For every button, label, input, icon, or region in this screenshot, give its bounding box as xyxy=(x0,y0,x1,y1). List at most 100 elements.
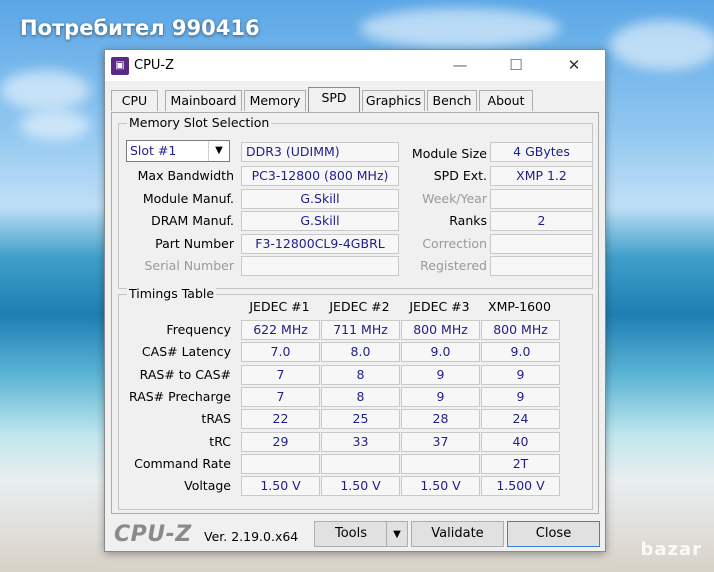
registered-label: Registered xyxy=(420,258,487,273)
cloud xyxy=(20,110,90,140)
ranks-label: Ranks xyxy=(449,213,487,228)
title-bar[interactable]: ▣ CPU-Z — ☐ ✕ xyxy=(105,50,605,81)
timings-column-header: JEDEC #3 xyxy=(409,299,470,314)
serial-number-label: Serial Number xyxy=(144,258,234,273)
tab-bench[interactable]: Bench xyxy=(427,90,477,111)
timings-cell: 1.500 V xyxy=(481,476,560,497)
tab-about[interactable]: About xyxy=(479,90,533,111)
tools-dropdown-button[interactable]: ▼ xyxy=(386,521,408,547)
module-size-label: Module Size xyxy=(411,146,487,161)
timings-cell: 1.50 V xyxy=(401,476,480,497)
timings-row-label: Command Rate xyxy=(134,455,231,471)
ranks-field: 2 xyxy=(490,211,593,231)
timings-cell: 1.50 V xyxy=(321,476,400,497)
timings-cell: 25 xyxy=(321,409,400,430)
timings-cell: 8 xyxy=(321,386,400,407)
timings-cell: 2T xyxy=(481,453,560,474)
timings-cell: 9 xyxy=(481,364,560,385)
close-button-label: Close xyxy=(535,526,572,541)
validate-button-label: Validate xyxy=(431,526,484,541)
cpuz-app-icon: ▣ xyxy=(111,57,129,75)
timings-cell: 33 xyxy=(321,431,400,452)
registered-field xyxy=(490,256,593,276)
minimize-icon: — xyxy=(452,56,468,74)
validate-button[interactable]: Validate xyxy=(411,521,504,547)
correction-label: Correction xyxy=(422,236,487,251)
timings-cell: 622 MHz xyxy=(241,320,320,340)
week-year-field xyxy=(490,189,593,209)
tab-cpu[interactable]: CPU xyxy=(111,90,158,111)
serial-number-field xyxy=(241,256,399,276)
slot-select-value: Slot #1 xyxy=(130,143,177,158)
timings-cell: 1.50 V xyxy=(241,476,320,497)
background-title: Потребител 990416 xyxy=(20,16,260,40)
timings-cell xyxy=(241,453,320,474)
correction-field xyxy=(490,234,593,254)
tab-graphics[interactable]: Graphics xyxy=(362,90,425,111)
timings-row-label: RAS# Precharge xyxy=(129,388,231,404)
timings-cell: 7 xyxy=(241,386,320,407)
maximize-icon: ☐ xyxy=(509,56,523,74)
chevron-down-icon: ▼ xyxy=(393,529,401,540)
chevron-down-icon[interactable]: ▼ xyxy=(208,141,229,161)
dram-manuf-label: DRAM Manuf. xyxy=(151,213,234,228)
close-icon: ✕ xyxy=(567,56,581,74)
close-window-button[interactable]: ✕ xyxy=(551,50,597,81)
part-number-label: Part Number xyxy=(155,236,234,251)
timings-cell: 711 MHz xyxy=(321,320,400,340)
timings-column-header: JEDEC #1 xyxy=(249,299,310,314)
timings-row-label: CAS# Latency xyxy=(141,344,231,360)
tab-memory[interactable]: Memory xyxy=(244,90,306,111)
tab-spd[interactable]: SPD xyxy=(308,87,360,112)
timings-cell: 7 xyxy=(241,364,320,385)
module-manuf-field: G.Skill xyxy=(241,189,399,209)
tools-button-label: Tools xyxy=(334,526,368,541)
window-title: CPU-Z xyxy=(134,58,175,73)
memory-slot-group: Memory Slot Selection Slot #1 ▼ DDR3 (UD… xyxy=(118,115,593,289)
timings-cell xyxy=(321,453,400,474)
timings-cell: 9 xyxy=(401,386,480,407)
close-button[interactable]: Close xyxy=(507,521,600,547)
timings-row-label: tRAS xyxy=(201,411,231,427)
timings-row-label: RAS# to CAS# xyxy=(139,366,231,382)
timings-cell xyxy=(401,453,480,474)
bazar-watermark: bazar xyxy=(640,539,702,560)
minimize-button[interactable]: — xyxy=(437,50,483,81)
maximize-button[interactable]: ☐ xyxy=(493,50,539,81)
tools-button[interactable]: Tools xyxy=(314,521,388,547)
timings-cell: 8.0 xyxy=(321,342,400,363)
timings-cell: 7.0 xyxy=(241,342,320,363)
timings-cell: 800 MHz xyxy=(401,320,480,340)
timings-column-header: XMP-1600 xyxy=(488,299,551,314)
memory-type-field: DDR3 (UDIMM) xyxy=(241,142,399,162)
cloud xyxy=(610,20,714,70)
max-bandwidth-label: Max Bandwidth xyxy=(137,168,234,183)
timings-cell: 8 xyxy=(321,364,400,385)
version-label: Ver. 2.19.0.x64 xyxy=(204,529,299,544)
timings-cell: 800 MHz xyxy=(481,320,560,340)
cloud xyxy=(360,8,560,48)
memory-slot-group-label: Memory Slot Selection xyxy=(127,115,272,130)
module-manuf-label: Module Manuf. xyxy=(142,191,234,206)
slot-select[interactable]: Slot #1 ▼ xyxy=(126,140,230,162)
dram-manuf-field: G.Skill xyxy=(241,211,399,231)
timings-row-label: Frequency xyxy=(166,322,231,337)
module-size-field: 4 GBytes xyxy=(490,142,593,162)
part-number-field: F3-12800CL9-4GBRL xyxy=(241,234,399,254)
cpuz-logo: CPU-Z xyxy=(114,522,192,547)
timings-cell: 9.0 xyxy=(401,342,480,363)
max-bandwidth-field: PC3-12800 (800 MHz) xyxy=(241,166,399,186)
timings-group: Timings Table JEDEC #1 JEDEC #2 JEDEC #3 XM… xyxy=(118,286,593,510)
timings-cell: 22 xyxy=(241,409,320,430)
timings-cell: 9 xyxy=(401,364,480,385)
timings-row-label: Voltage xyxy=(184,478,231,494)
timings-cell: 37 xyxy=(401,431,480,452)
timings-cell: 9 xyxy=(481,386,560,407)
timings-cell: 24 xyxy=(481,409,560,430)
spd-ext-label: SPD Ext. xyxy=(433,168,487,183)
spd-panel: Memory Slot Selection Slot #1 ▼ DDR3 (UD… xyxy=(111,112,599,514)
cpuz-window: ▣ CPU-Z — ☐ ✕ CPU Mainboard Memory SPD Graph… xyxy=(104,49,606,552)
timings-cell: 28 xyxy=(401,409,480,430)
week-year-label: Week/Year xyxy=(422,191,487,206)
tab-mainboard[interactable]: Mainboard xyxy=(165,90,242,111)
